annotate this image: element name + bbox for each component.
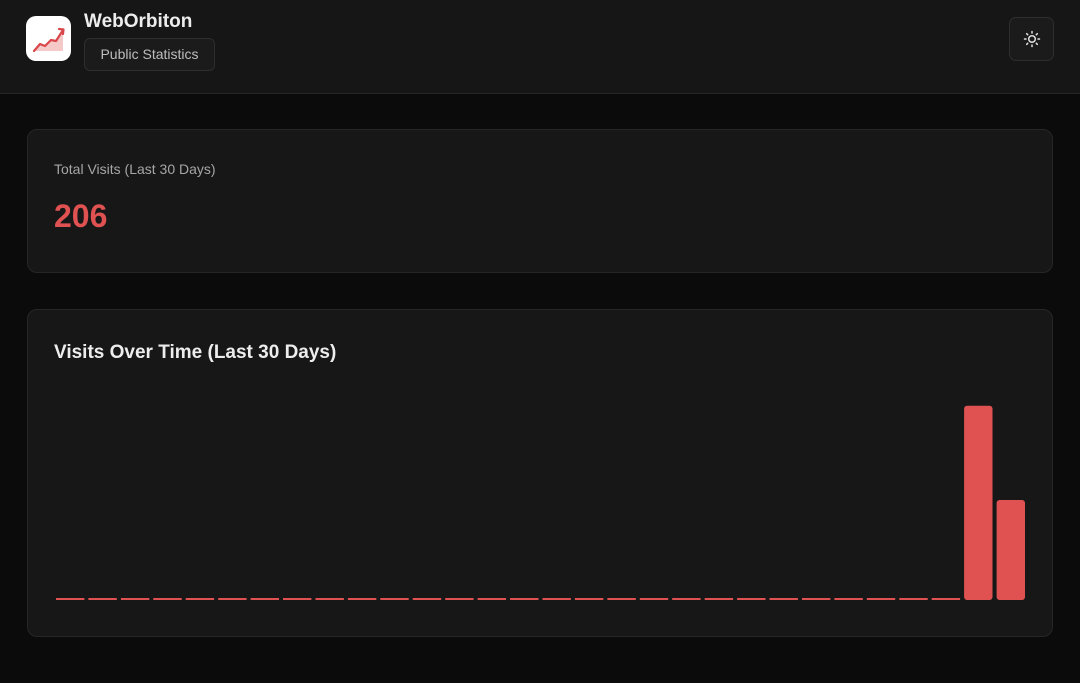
chart-bar-day-20[interactable] [672, 598, 701, 600]
chart-bar-day-6[interactable] [218, 598, 247, 600]
theme-toggle-button[interactable] [1009, 17, 1054, 61]
chart-bar-day-7[interactable] [250, 598, 279, 600]
chart-bar-day-18[interactable] [607, 598, 636, 600]
public-statistics-badge: Public Statistics [84, 38, 215, 71]
chart-bar-day-9[interactable] [315, 598, 344, 600]
chart-bar-day-12[interactable] [412, 598, 442, 600]
chart-bar-day-28[interactable] [931, 598, 961, 600]
chart-bar-day-27[interactable] [899, 598, 928, 600]
chart-bar-day-5[interactable] [185, 598, 215, 600]
chart-bar-day-15[interactable] [510, 598, 539, 600]
chart-bar-day-1[interactable] [56, 598, 85, 600]
chart-bar-day-10[interactable] [347, 598, 377, 600]
chart-bar-day-21[interactable] [704, 598, 734, 600]
chart-bar-day-11[interactable] [380, 598, 409, 600]
chart-bar-day-22[interactable] [737, 598, 766, 600]
chart-bar-day-2[interactable] [88, 598, 117, 600]
chart-bar-day-23[interactable] [769, 598, 798, 600]
chart-bar-day-8[interactable] [283, 598, 312, 600]
chart-bar-day-16[interactable] [542, 598, 571, 600]
visits-bar-chart [56, 405, 1025, 600]
chart-bar-day-13[interactable] [445, 598, 474, 600]
total-visits-label: Total Visits (Last 30 Days) [54, 161, 216, 177]
chart-bar-day-30[interactable] [996, 500, 1025, 600]
chart-bar-day-4[interactable] [153, 598, 182, 600]
chart-bar-day-29[interactable] [964, 405, 993, 600]
trend-chart-logo-icon [26, 16, 71, 61]
app-title: WebOrbiton [84, 11, 193, 32]
chart-bar-day-26[interactable] [866, 598, 896, 600]
visits-chart-card: Visits Over Time (Last 30 Days) [27, 309, 1053, 637]
app-header: WebOrbiton Public Statistics [0, 0, 1080, 94]
chart-bar-day-3[interactable] [120, 598, 150, 600]
chart-bar-day-17[interactable] [574, 598, 604, 600]
total-visits-value: 206 [54, 198, 108, 234]
chart-bar-day-25[interactable] [834, 598, 863, 600]
chart-bar-day-19[interactable] [639, 598, 669, 600]
chart-bar-day-14[interactable] [477, 598, 506, 600]
chart-bar-day-24[interactable] [802, 598, 831, 600]
total-visits-card: Total Visits (Last 30 Days) 206 [27, 129, 1053, 273]
sun-icon [1023, 30, 1040, 48]
